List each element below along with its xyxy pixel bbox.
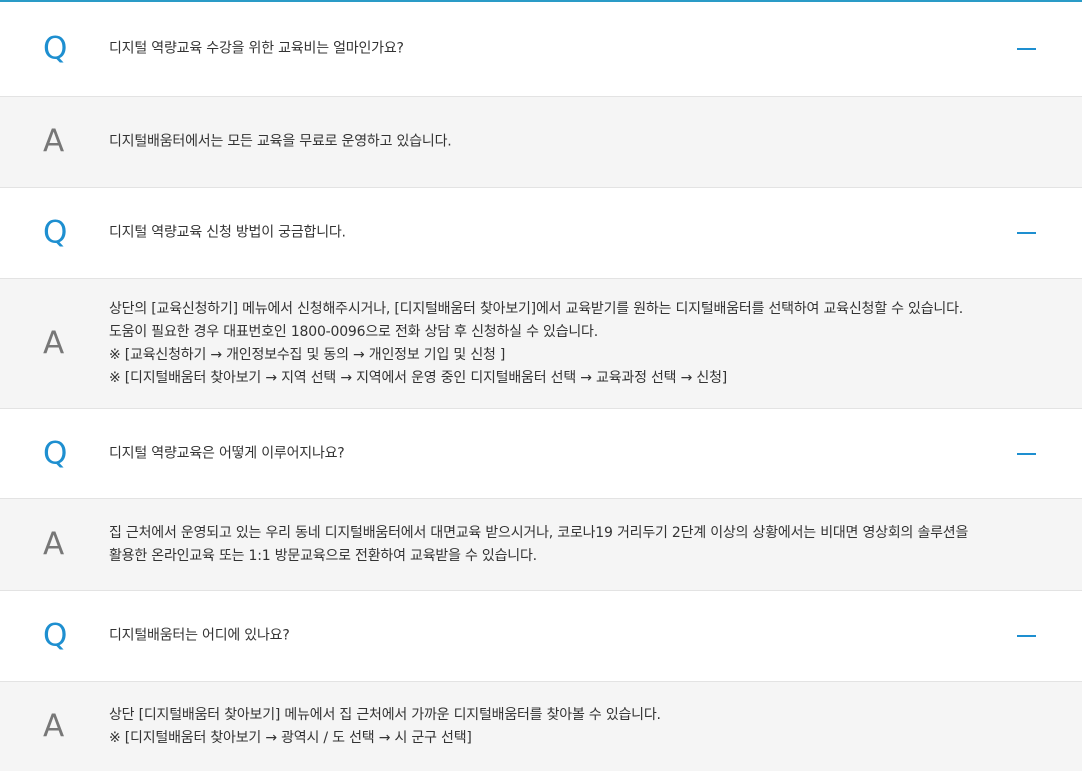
minus-icon[interactable] — [1017, 48, 1036, 50]
faq-answer-text: 디지털배움터에서는 모든 교육을 무료로 운영하고 있습니다. — [109, 131, 1038, 154]
answer-line: 상단 [디지털배움터 찾아보기] 메뉴에서 집 근처에서 가까운 디지털배움터를… — [109, 706, 661, 723]
faq-question-text[interactable]: 디지털 역량교육 신청 방법이 궁금합니다. — [109, 222, 1038, 245]
answer-mark: A — [43, 325, 65, 361]
faq-list: Q 디지털 역량교육 수강을 위한 교육비는 얼마인가요? A 디지털배움터에서… — [0, 0, 1082, 771]
answer-line: ※ [교육신청하기 → 개인정보수집 및 동의 → 개인정보 기입 및 신청 ] — [109, 346, 506, 363]
faq-question-row[interactable]: Q 디지털 역량교육 수강을 위한 교육비는 얼마인가요? — [0, 2, 1082, 97]
minus-icon[interactable] — [1017, 452, 1036, 455]
answer-line: ※ [디지털배움터 찾아보기 → 광역시 / 도 선택 → 시 군구 선택] — [109, 729, 472, 746]
minus-icon[interactable] — [1017, 635, 1036, 637]
faq-answer-text: 상단 [디지털배움터 찾아보기] 메뉴에서 집 근처에서 가까운 디지털배움터를… — [109, 704, 1038, 750]
question-label: 디지털배움터는 어디에 있나요? — [109, 627, 290, 644]
question-mark: Q — [43, 30, 68, 67]
faq-answer-row: A 상단 [디지털배움터 찾아보기] 메뉴에서 집 근처에서 가까운 디지털배움… — [0, 682, 1082, 771]
question-mark: Q — [43, 214, 68, 251]
answer-line: 활용한 온라인교육 또는 1:1 방문교육으로 전환하여 교육받을 수 있습니다… — [109, 547, 537, 564]
answer-line: 디지털배움터에서는 모든 교육을 무료로 운영하고 있습니다. — [109, 133, 452, 150]
minus-icon[interactable] — [1017, 232, 1036, 234]
faq-answer-row: A 디지털배움터에서는 모든 교육을 무료로 운영하고 있습니다. — [0, 97, 1082, 188]
answer-mark: A — [43, 526, 65, 562]
faq-question-text[interactable]: 디지털 역량교육 수강을 위한 교육비는 얼마인가요? — [109, 38, 1038, 61]
question-mark: Q — [43, 435, 68, 471]
faq-question-text[interactable]: 디지털 역량교육은 어떻게 이루어지나요? — [109, 442, 1038, 465]
answer-mark: A — [43, 708, 65, 744]
question-label: 디지털 역량교육 수강을 위한 교육비는 얼마인가요? — [109, 40, 404, 57]
faq-answer-row: A 집 근처에서 운영되고 있는 우리 동네 디지털배움터에서 대면교육 받으시… — [0, 499, 1082, 591]
answer-line: ※ [디지털배움터 찾아보기 → 지역 선택 → 지역에서 운영 중인 디지털배… — [109, 369, 728, 386]
faq-answer-row: A 상단의 [교육신청하기] 메뉴에서 신청해주시거나, [디지털배움터 찾아보… — [0, 279, 1082, 409]
question-label: 디지털 역량교육은 어떻게 이루어지나요? — [109, 445, 345, 461]
faq-answer-text: 집 근처에서 운영되고 있는 우리 동네 디지털배움터에서 대면교육 받으시거나… — [109, 522, 1038, 568]
faq-question-row[interactable]: Q 디지털 역량교육 신청 방법이 궁금합니다. — [0, 188, 1082, 279]
answer-line: 도움이 필요한 경우 대표번호인 1800-0096으로 전화 상담 후 신청하… — [109, 323, 598, 340]
faq-answer-text: 상단의 [교육신청하기] 메뉴에서 신청해주시거나, [디지털배움터 찾아보기]… — [109, 298, 1038, 390]
answer-mark: A — [43, 123, 65, 160]
question-label: 디지털 역량교육 신청 방법이 궁금합니다. — [109, 224, 346, 241]
faq-question-row[interactable]: Q 디지털배움터는 어디에 있나요? — [0, 591, 1082, 682]
question-mark: Q — [43, 617, 68, 654]
answer-line: 상단의 [교육신청하기] 메뉴에서 신청해주시거나, [디지털배움터 찾아보기]… — [109, 300, 964, 317]
faq-question-row[interactable]: Q 디지털 역량교육은 어떻게 이루어지나요? — [0, 409, 1082, 499]
answer-line: 집 근처에서 운영되고 있는 우리 동네 디지털배움터에서 대면교육 받으시거나… — [109, 524, 969, 541]
faq-question-text[interactable]: 디지털배움터는 어디에 있나요? — [109, 625, 1038, 648]
